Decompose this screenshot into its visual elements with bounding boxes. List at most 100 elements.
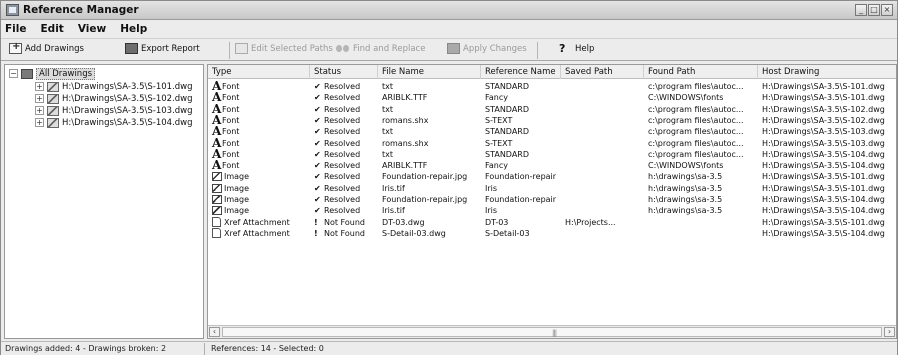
scroll-left-icon[interactable]: ‹	[209, 327, 220, 337]
table-row[interactable]: AFont ✔ Resolved txt STANDARD c:\program file…	[208, 81, 896, 92]
scroll-right-icon[interactable]: ›	[884, 327, 895, 337]
host-drawing-cell: H:\Drawings\SA-3.5\S-102.dwg	[758, 104, 896, 115]
window-controls: _ □ ×	[855, 4, 893, 16]
found-path-cell: c:\program files\autoc...	[644, 149, 758, 160]
close-button[interactable]: ×	[881, 4, 893, 16]
file-name-cell-text: romans.shx	[382, 115, 429, 125]
column-header-saved-path[interactable]: Saved Path	[561, 65, 644, 79]
host-drawing-cell: H:\Drawings\SA-3.5\S-103.dwg	[758, 126, 896, 137]
column-header-host-drawing[interactable]: Host Drawing	[758, 65, 896, 79]
table-row[interactable]: Image ✔ Resolved Foundation-repair.jpg Found…	[208, 194, 896, 205]
table-row[interactable]: Xref Attachment! Not Found DT-03.dwg DT-03 H…	[208, 216, 896, 228]
host-drawing-cell: H:\Drawings\SA-3.5\S-104.dwg	[758, 228, 896, 239]
status-cell: ✔ Resolved	[310, 194, 378, 205]
expand-icon[interactable]: +	[35, 94, 44, 103]
drawings-tree: − All Drawings + H:\Drawings\SA-3.5\S-10…	[4, 64, 204, 339]
host-drawing-cell-text: H:\Drawings\SA-3.5\S-103.dwg	[762, 127, 885, 137]
table-row[interactable]: AFont ✔ Resolved romans.shx S-TEXT c:\program…	[208, 115, 896, 126]
add-drawings-button[interactable]: Add Drawings	[9, 41, 84, 54]
reference-name-cell: DT-03	[481, 217, 561, 228]
found-path-cell-text: c:\program files\autoc...	[648, 82, 744, 91]
file-name-cell: txt	[378, 104, 481, 115]
saved-path-cell	[561, 183, 644, 194]
column-header-reference-name[interactable]: Reference Name	[481, 65, 561, 79]
minimize-button[interactable]: _	[855, 4, 867, 16]
saved-path-cell	[561, 194, 644, 205]
menu-edit[interactable]: Edit	[41, 23, 64, 35]
reference-name-cell-text: Iris	[485, 183, 498, 193]
table-row[interactable]: AFont ✔ Resolved txt STANDARD c:\program file…	[208, 104, 896, 115]
xref-icon	[212, 227, 221, 238]
apply-changes-label: Apply Changes	[463, 43, 527, 54]
reference-name-cell: S-TEXT	[481, 115, 561, 126]
export-report-label: Export Report	[141, 43, 200, 54]
drawing-path: H:\Drawings\SA-3.5\S-101.dwg	[62, 81, 193, 92]
edit-paths-label: Edit Selected Paths	[251, 43, 333, 54]
type-cell: Image	[208, 183, 310, 194]
expand-icon[interactable]: +	[35, 118, 44, 127]
menu-file[interactable]: File	[5, 23, 27, 35]
find-and-replace-button[interactable]: Find and Replace	[336, 43, 425, 54]
reference-name-cell-text: STANDARD	[485, 127, 530, 137]
maximize-button[interactable]: □	[868, 4, 880, 16]
column-header-found-path[interactable]: Found Path	[644, 65, 758, 79]
reference-manager-window: Reference Manager _ □ × File Edit View H…	[0, 0, 898, 355]
check-icon: ✔	[314, 183, 321, 193]
column-header-status[interactable]: Status	[310, 65, 378, 79]
host-drawing-cell-text: H:\Drawings\SA-3.5\S-102.dwg	[762, 104, 885, 114]
type-cell: AFont	[208, 92, 310, 103]
edit-selected-paths-button[interactable]: Edit Selected Paths	[235, 43, 333, 54]
horizontal-scrollbar[interactable]: ‹ ||| ›	[208, 325, 896, 338]
collapse-icon[interactable]: −	[9, 69, 18, 78]
file-name-cell-text: Foundation-repair.jpg	[382, 172, 468, 182]
status-cell-text: Resolved	[324, 183, 361, 193]
table-row[interactable]: AFont ✔ Resolved ARIBLK.TTF Fancy C:\WINDOWS\…	[208, 92, 896, 103]
table-row[interactable]: Xref Attachment! Not Found S-Detail-03.dwg…	[208, 227, 896, 239]
host-drawing-cell: H:\Drawings\SA-3.5\S-101.dwg	[758, 81, 896, 92]
expand-icon[interactable]: +	[35, 82, 44, 91]
table-row[interactable]: AFont ✔ Resolved romans.shx S-TEXT c:\program…	[208, 137, 896, 149]
export-report-icon	[125, 43, 138, 54]
table-row[interactable]: AFont ✔ Resolved txt STANDARD c:\program file…	[208, 126, 896, 137]
table-row[interactable]: AFont ✔ Resolved ARIBLK.TTF Fancy C:\WINDOWS\…	[208, 160, 896, 171]
column-header-type[interactable]: Type	[208, 65, 310, 79]
font-icon: A	[212, 137, 222, 149]
file-name-cell-text: txt	[382, 149, 394, 159]
check-icon: ✔	[314, 172, 321, 182]
file-name-cell: ARIBLK.TTF	[378, 160, 481, 171]
file-name-cell-text: DT-03.dwg	[382, 217, 425, 227]
type-cell: AFont	[208, 104, 310, 115]
saved-path-cell	[561, 160, 644, 171]
found-path-cell: c:\program files\autoc...	[644, 104, 758, 115]
reference-name-cell: STANDARD	[481, 104, 561, 115]
status-cell-text: Resolved	[324, 161, 361, 171]
table-row[interactable]: Image ✔ Resolved Iris.tif Iris h:\drawings\sa…	[208, 205, 896, 216]
tree-item-all-drawings[interactable]: − All Drawings	[9, 67, 96, 80]
table-row[interactable]: Image ✔ Resolved Foundation-repair.jpg Found…	[208, 171, 896, 182]
host-drawing-cell-text: H:\Drawings\SA-3.5\S-104.dwg	[762, 161, 885, 171]
menu-view[interactable]: View	[78, 23, 106, 35]
tree-item-drawing[interactable]: + H:\Drawings\SA-3.5\S-102.dwg	[35, 93, 193, 104]
reference-name-cell-text: S-TEXT	[485, 138, 513, 148]
type-cell: Xref Attachment	[208, 227, 310, 239]
tree-item-drawing[interactable]: + H:\Drawings\SA-3.5\S-104.dwg	[35, 117, 193, 128]
menu-help[interactable]: Help	[120, 23, 147, 35]
expand-icon[interactable]: +	[35, 106, 44, 115]
tree-item-drawing[interactable]: + H:\Drawings\SA-3.5\S-101.dwg	[35, 81, 193, 92]
apply-changes-button[interactable]: Apply Changes	[447, 43, 527, 54]
scrollbar-thumb[interactable]: |||	[222, 327, 882, 337]
help-button[interactable]: ? Help	[559, 43, 594, 54]
table-row[interactable]: AFont ✔ Resolved txt STANDARD c:\program file…	[208, 149, 896, 160]
tree-item-drawing[interactable]: + H:\Drawings\SA-3.5\S-103.dwg	[35, 105, 193, 116]
found-path-cell: h:\drawings\sa-3.5	[644, 171, 758, 182]
file-name-cell: Foundation-repair.jpg	[378, 171, 481, 182]
column-header-file-name[interactable]: File Name	[378, 65, 481, 79]
type-cell-text: Font	[222, 149, 240, 159]
type-cell-text: Image	[224, 195, 250, 204]
status-cell-text: Not Found	[324, 217, 365, 227]
host-drawing-cell: H:\Drawings\SA-3.5\S-104.dwg	[758, 194, 896, 205]
title-bar: Reference Manager _ □ ×	[1, 1, 897, 20]
export-report-button[interactable]: Export Report	[125, 43, 200, 54]
table-row[interactable]: Image ✔ Resolved Iris.tif Iris h:\drawings\sa…	[208, 183, 896, 194]
host-drawing-cell-text: H:\Drawings\SA-3.5\S-102.dwg	[762, 115, 885, 125]
